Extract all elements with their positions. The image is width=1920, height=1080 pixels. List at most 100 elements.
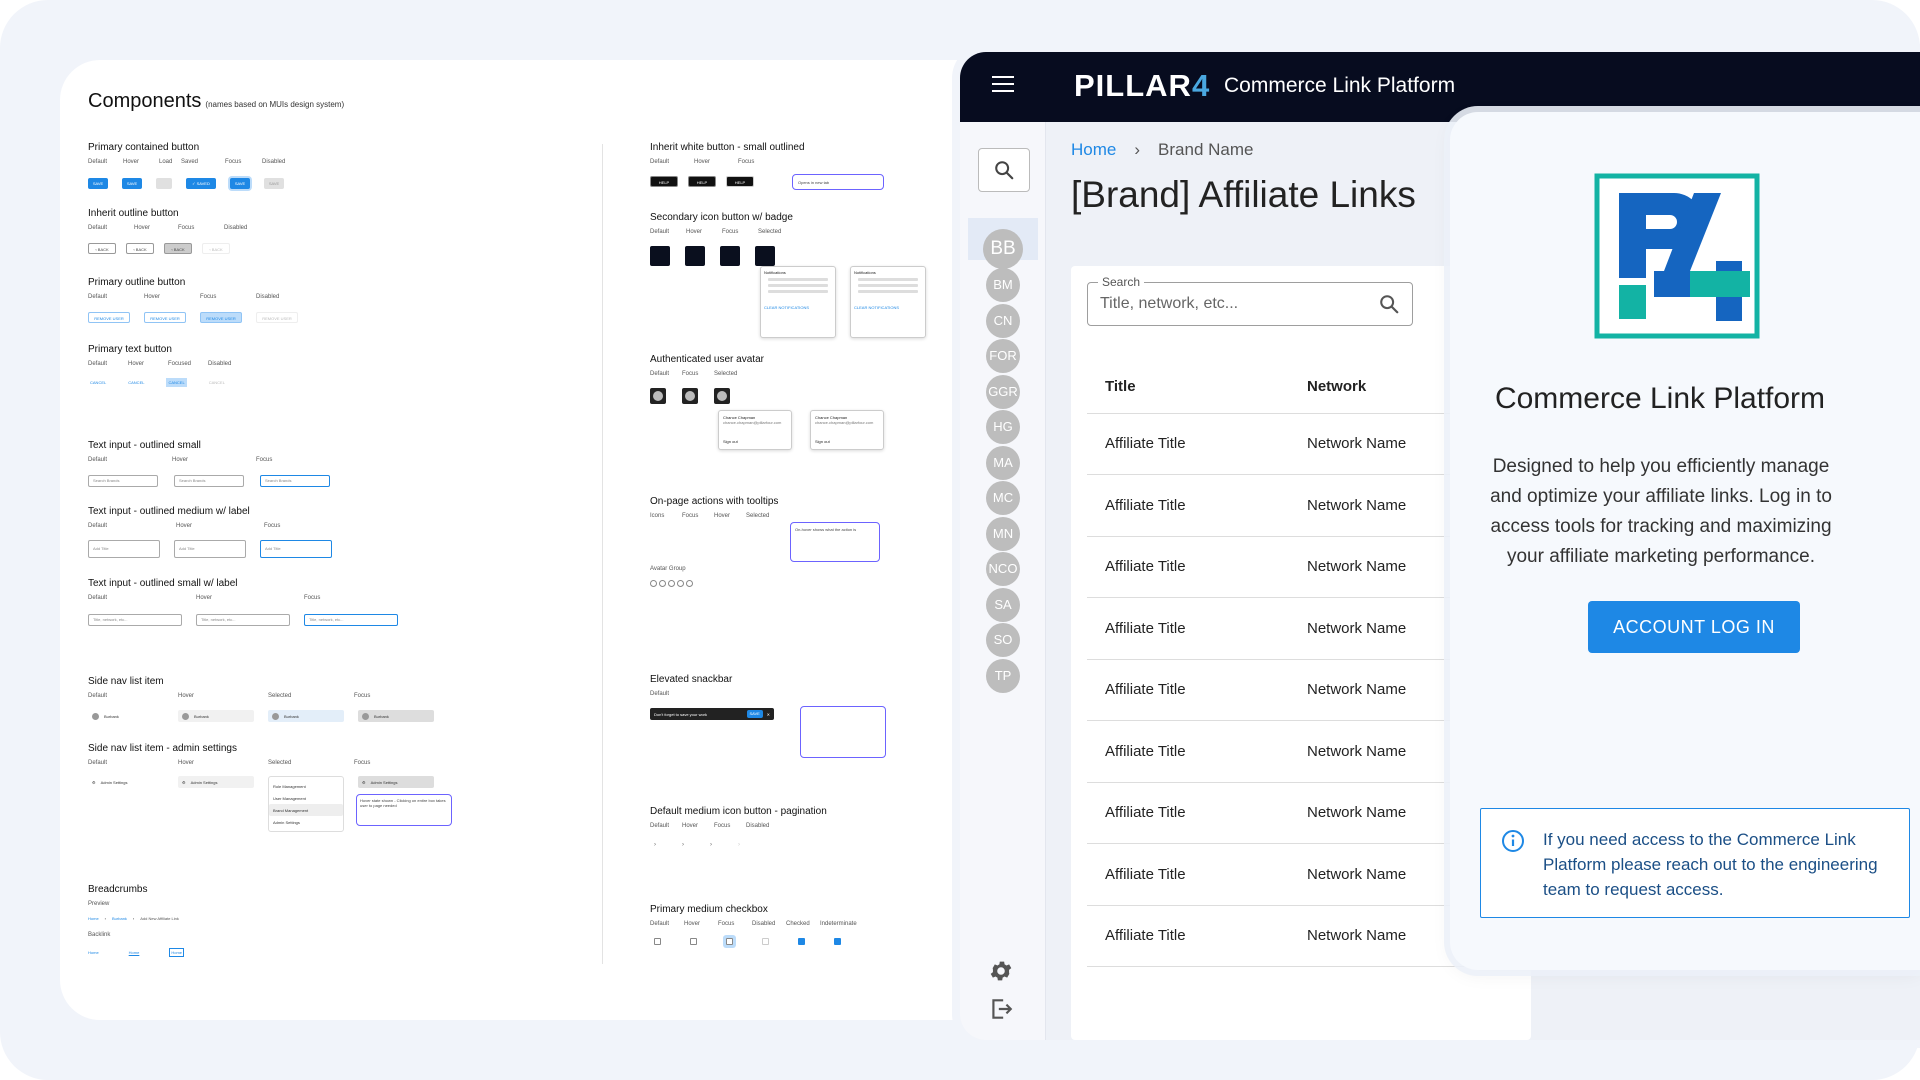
backlink-default[interactable]: Home xyxy=(88,950,99,955)
affiliate-title-cell: Affiliate Title xyxy=(1105,619,1186,637)
chevron-right-icon[interactable]: › xyxy=(710,842,712,848)
search-button[interactable] xyxy=(978,148,1030,192)
notification-bell-icon-selected[interactable] xyxy=(755,246,775,266)
brand-avatar[interactable]: BB xyxy=(983,229,1023,269)
remove-user-button-focus[interactable]: REMOVE USER xyxy=(200,312,242,323)
remove-user-button-default[interactable]: REMOVE USER xyxy=(88,312,130,323)
user-avatar-focus[interactable] xyxy=(682,388,698,404)
brand-avatar[interactable]: MC xyxy=(986,481,1020,515)
add-title-input-focus[interactable]: Add Title xyxy=(260,540,332,558)
sign-out-item[interactable]: Sign out xyxy=(723,439,787,444)
brand-avatar[interactable]: NCO xyxy=(986,552,1020,586)
admin-settings-item-selected[interactable]: Admin Settings xyxy=(269,816,343,828)
add-title-input-hover[interactable]: Add Title xyxy=(174,540,246,558)
avatar[interactable] xyxy=(650,580,657,587)
brand-avatar[interactable]: HG xyxy=(986,410,1020,444)
help-button-focus[interactable]: HELP xyxy=(726,176,754,187)
notifications-popup-hover: Notifications CLEAR NOTIFICATIONS xyxy=(850,266,926,338)
brand-avatar[interactable]: GGR xyxy=(986,374,1020,409)
side-nav-item-focus[interactable]: Burbank xyxy=(358,710,434,722)
checkbox-focus[interactable] xyxy=(726,938,733,945)
back-button-default[interactable]: ‹ BACK xyxy=(88,243,116,254)
save-button-load[interactable] xyxy=(156,178,172,189)
user-avatar-default[interactable] xyxy=(650,388,666,404)
admin-settings-item-default[interactable]: ⚙ Admin Settings xyxy=(88,776,164,788)
save-button-focus[interactable]: SAVE xyxy=(230,178,250,189)
logout-icon[interactable] xyxy=(988,996,1014,1022)
back-button-focus[interactable]: ‹ BACK xyxy=(164,243,192,254)
checkbox-default[interactable] xyxy=(654,938,661,945)
title-network-input-focus[interactable]: Title, network, etc... xyxy=(304,614,398,626)
search-brands-input-default[interactable]: Search Brands xyxy=(88,475,158,487)
cancel-button-default[interactable]: CANCEL xyxy=(90,380,106,385)
role-management-item[interactable]: Role Management xyxy=(269,780,343,792)
title-network-input-default[interactable]: Title, network, etc... xyxy=(88,614,182,626)
checkbox-hover[interactable] xyxy=(690,938,697,945)
brand-avatar[interactable]: BM xyxy=(986,268,1020,302)
brand-avatar[interactable]: MN xyxy=(986,516,1020,551)
avatar[interactable] xyxy=(659,580,666,587)
section-primary-text-button: Primary text button Default Hover Focuse… xyxy=(88,344,232,367)
column-header-title[interactable]: Title xyxy=(1105,378,1136,395)
backlink-focus[interactable]: Home xyxy=(169,948,185,957)
notification-bell-icon-default[interactable] xyxy=(650,246,670,266)
sign-out-item-hover[interactable]: Sign out xyxy=(815,439,879,444)
chevron-right-icon[interactable]: › xyxy=(654,842,656,848)
side-nav-item-selected[interactable]: Burbank xyxy=(268,710,344,722)
admin-settings-item-focus[interactable]: ⚙ Admin Settings xyxy=(358,776,434,788)
search-brands-input-focus[interactable]: Search Brands xyxy=(260,475,330,487)
section-on-page-actions: On-page actions with tooltips Icons Focu… xyxy=(650,496,779,519)
side-nav-item-default[interactable]: Burbank xyxy=(88,710,164,722)
brand-avatar[interactable]: MA xyxy=(986,445,1020,480)
section-primary-contained-button: Primary contained button Default Hover L… xyxy=(88,142,286,165)
search-brands-input-hover[interactable]: Search Brands xyxy=(174,475,244,487)
avatar[interactable] xyxy=(686,580,693,587)
bc-burbank-link[interactable]: Burbank xyxy=(112,916,127,921)
bc-home-link[interactable]: Home xyxy=(88,916,99,921)
search-input[interactable]: Search Title, network, etc... xyxy=(1087,275,1413,326)
section-pagination: Default medium icon button - pagination … xyxy=(650,806,827,829)
user-avatar-selected[interactable] xyxy=(714,388,730,404)
search-icon[interactable] xyxy=(1378,293,1400,315)
chevron-right-icon[interactable]: › xyxy=(682,842,684,848)
affiliate-title-cell: Affiliate Title xyxy=(1105,496,1186,514)
side-nav-items-row: Burbank Burbank Burbank Burbank xyxy=(88,710,434,722)
app-title: Commerce Link Platform xyxy=(1224,74,1456,97)
cancel-button-hover[interactable]: CANCEL xyxy=(128,380,144,385)
checkbox-indeterminate[interactable] xyxy=(834,938,841,945)
title-network-input-hover[interactable]: Title, network, etc... xyxy=(196,614,290,626)
column-header-network[interactable]: Network xyxy=(1307,378,1366,395)
brand-avatar[interactable]: TP xyxy=(986,658,1020,693)
back-button-hover[interactable]: ‹ BACK xyxy=(126,243,154,254)
avatar[interactable] xyxy=(677,580,684,587)
help-button-hover[interactable]: HELP xyxy=(688,176,716,187)
account-login-button[interactable]: ACCOUNT LOG IN xyxy=(1588,601,1800,653)
brand-management-item[interactable]: Brand Management xyxy=(269,804,343,816)
menu-icon[interactable] xyxy=(992,76,1014,94)
save-button-hover[interactable]: SAVE xyxy=(122,178,142,189)
brand-avatar[interactable]: CN xyxy=(986,303,1020,338)
save-button-saved[interactable]: ✓ SAVED xyxy=(186,178,216,189)
gear-icon[interactable] xyxy=(988,958,1014,984)
close-icon[interactable]: ✕ xyxy=(767,712,770,717)
brand-avatar[interactable]: SA xyxy=(986,587,1020,622)
avatar[interactable] xyxy=(668,580,675,587)
admin-settings-item-hover[interactable]: ⚙ Admin Settings xyxy=(178,776,254,788)
breadcrumb-home-link[interactable]: Home xyxy=(1071,140,1116,160)
user-management-item[interactable]: User Management xyxy=(269,792,343,804)
brand-avatar[interactable]: FOR xyxy=(986,339,1020,373)
remove-user-button-hover[interactable]: REMOVE USER xyxy=(144,312,186,323)
cancel-button-focus[interactable]: CANCEL xyxy=(166,378,187,387)
save-button-default[interactable]: SAVE xyxy=(88,178,108,189)
notification-bell-icon-focus[interactable] xyxy=(720,246,740,266)
brand-avatar[interactable]: SO xyxy=(986,623,1020,657)
notification-bell-icon-hover[interactable] xyxy=(685,246,705,266)
clear-notifications-button[interactable]: CLEAR NOTIFICATIONS xyxy=(764,305,832,310)
clear-notifications-button-hover[interactable]: CLEAR NOTIFICATIONS xyxy=(854,305,922,310)
side-nav-item-hover[interactable]: Burbank xyxy=(178,710,254,722)
snackbar-save-button[interactable]: SAVE xyxy=(746,710,763,718)
checkbox-checked[interactable] xyxy=(798,938,805,945)
backlink-hover[interactable]: Home xyxy=(129,950,140,955)
help-button-default[interactable]: HELP xyxy=(650,176,678,187)
add-title-input-default[interactable]: Add Title xyxy=(88,540,160,558)
